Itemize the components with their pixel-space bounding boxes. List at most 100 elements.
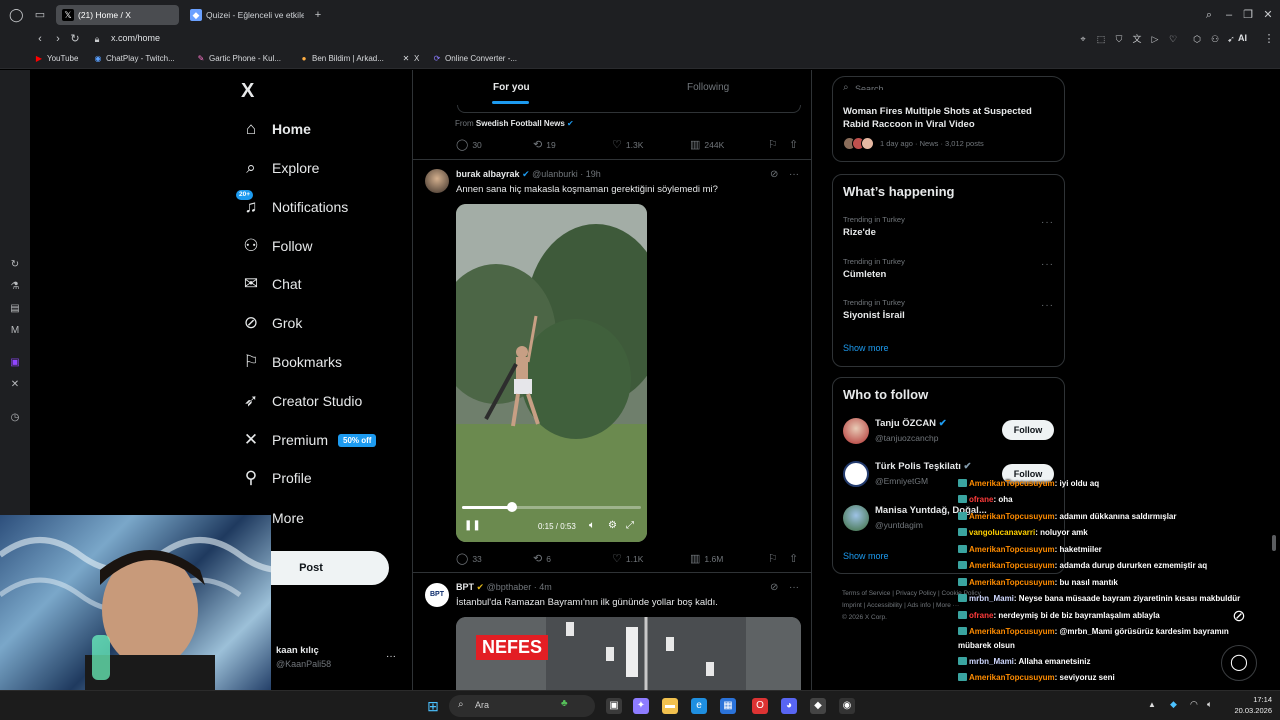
post-menu-icon[interactable]: ··· bbox=[789, 582, 799, 593]
windows-start-icon[interactable]: ⊞ bbox=[425, 698, 441, 714]
opera-logo-icon[interactable]: ◯ bbox=[9, 8, 24, 22]
nav-creator-studio[interactable]: ➶ Creator Studio bbox=[240, 386, 362, 416]
messenger-icon[interactable]: M bbox=[8, 324, 22, 338]
repost-button[interactable]: ⟲ 19 bbox=[533, 138, 556, 151]
follow-button[interactable]: Follow bbox=[1002, 420, 1054, 440]
trend-menu-icon[interactable]: ··· bbox=[1041, 217, 1054, 228]
news-title[interactable]: Woman Fires Multiple Shots at Suspected … bbox=[843, 105, 1055, 131]
nav-explore[interactable]: ⌕ Explore bbox=[240, 153, 319, 183]
wifi-icon[interactable]: ◠ bbox=[1190, 699, 1198, 710]
video-player[interactable]: ❚❚ 0:15 / 0:53 🔈︎ ⚙ ⤢ bbox=[456, 204, 647, 542]
trend-item[interactable]: Trending in Turkey Rize'de bbox=[843, 215, 1056, 238]
tab-for-you[interactable]: For you bbox=[493, 82, 530, 93]
bookmark-button[interactable]: ⚐ bbox=[768, 138, 778, 151]
messages-float-icon[interactable]: ◯ bbox=[1221, 645, 1257, 681]
bookmark-converter[interactable]: ⟳ Online Converter -... bbox=[432, 52, 517, 66]
footer-link[interactable]: Accessibility bbox=[867, 602, 902, 609]
settings-icon[interactable]: ⚙ bbox=[608, 520, 617, 531]
maximize-icon[interactable]: ❐ bbox=[1241, 8, 1255, 22]
store-icon[interactable]: ▦ bbox=[720, 698, 736, 714]
nav-profile[interactable]: ⚲ Profile bbox=[240, 463, 312, 493]
show-more-trends[interactable]: Show more bbox=[843, 343, 889, 353]
footer-link[interactable]: Privacy Policy bbox=[896, 590, 936, 597]
like-button[interactable]: ♡ 1.1K bbox=[612, 552, 643, 565]
bookmark-chatplay[interactable]: ◉ ChatPlay - Twitch... bbox=[93, 52, 175, 66]
nav-follow[interactable]: ⚇ Follow bbox=[240, 231, 312, 261]
trend-item[interactable]: Trending in Turkey Cümleten bbox=[843, 257, 1056, 280]
account-menu-icon[interactable]: ··· bbox=[386, 651, 396, 662]
views-button[interactable]: ▥ 244K bbox=[690, 138, 724, 151]
account-name[interactable]: kaan kılıç bbox=[276, 645, 319, 656]
author-name[interactable]: burak albayrak bbox=[456, 169, 520, 179]
grok-float-icon[interactable]: ⊘ bbox=[1226, 604, 1252, 630]
heart-icon[interactable]: ♡ bbox=[1166, 32, 1180, 46]
reply-button[interactable]: ◯ 30 bbox=[456, 138, 482, 151]
back-icon[interactable]: ‹ bbox=[33, 32, 47, 46]
tray-app-icon[interactable]: ◆ bbox=[1170, 699, 1177, 710]
avatar[interactable] bbox=[425, 169, 449, 193]
grok-post-icon[interactable]: ⊘ bbox=[770, 169, 778, 180]
ai-button[interactable]: AI bbox=[1238, 33, 1247, 43]
repost-button[interactable]: ⟲ 6 bbox=[533, 552, 551, 565]
avatar[interactable] bbox=[843, 418, 869, 444]
trend-menu-icon[interactable]: ··· bbox=[1041, 259, 1054, 270]
author-meta[interactable]: @bpthaber · 4m bbox=[487, 582, 552, 592]
tab-quizei[interactable]: ◆ Quizei - Eğlenceli ve etkile bbox=[184, 5, 304, 25]
footer-link[interactable]: Terms of Service bbox=[842, 590, 890, 597]
new-tab-icon[interactable]: + bbox=[311, 8, 325, 22]
author-name[interactable]: BPT bbox=[456, 582, 474, 592]
pause-icon[interactable]: ❚❚ bbox=[464, 520, 481, 531]
translate-icon[interactable]: 文 bbox=[1130, 32, 1144, 46]
send-icon[interactable]: ➹ bbox=[1224, 32, 1238, 46]
post-menu-icon[interactable]: ··· bbox=[789, 169, 799, 180]
shield-icon[interactable]: ⛉ bbox=[1112, 32, 1126, 46]
views-button[interactable]: ▥ 1.6M bbox=[690, 552, 723, 565]
nav-bookmarks[interactable]: ⚐ Bookmarks bbox=[240, 347, 342, 377]
tab-overview-icon[interactable]: ▭ bbox=[33, 8, 47, 22]
share-button[interactable]: ⇧ bbox=[789, 552, 798, 565]
x-logo[interactable]: X bbox=[241, 80, 254, 103]
edge-icon[interactable]: e bbox=[691, 698, 707, 714]
suggested-user[interactable]: Tanju ÖZCAN ✔ bbox=[875, 418, 947, 429]
clock-icon[interactable]: ◷ bbox=[8, 411, 22, 425]
menu-icon[interactable]: ⋮ bbox=[1262, 32, 1276, 46]
play-icon[interactable]: ▷ bbox=[1148, 32, 1162, 46]
share-button[interactable]: ⇧ bbox=[789, 138, 798, 151]
tray-chevron-icon[interactable]: ▲ bbox=[1148, 700, 1156, 709]
volume-icon[interactable]: 🔈︎ bbox=[1207, 699, 1212, 710]
taskbar-search[interactable]: ⌕ Ara ♣ bbox=[449, 695, 595, 717]
search-tabs-icon[interactable]: ⌕ bbox=[1202, 8, 1216, 22]
discord-icon[interactable]: ◕ bbox=[781, 698, 797, 714]
snapshot-icon[interactable]: ⬚ bbox=[1094, 32, 1108, 46]
history-sidebar-icon[interactable]: ↻ bbox=[8, 258, 22, 272]
nav-notifications[interactable]: ♫ 20+ Notifications bbox=[236, 190, 348, 222]
volume-icon[interactable]: 🔈︎ bbox=[589, 520, 595, 531]
tab-following[interactable]: Following bbox=[687, 82, 729, 93]
pin-icon[interactable]: ⌖ bbox=[1076, 32, 1090, 46]
twitch-icon[interactable]: ▣ bbox=[8, 356, 22, 370]
footer-link[interactable]: Ads info bbox=[907, 602, 931, 609]
show-more-follow[interactable]: Show more bbox=[843, 551, 889, 561]
opera-icon[interactable]: O bbox=[752, 698, 768, 714]
obs-icon[interactable]: ◉ bbox=[839, 698, 855, 714]
avatar[interactable]: BPT bbox=[425, 583, 449, 607]
bookmark-ben-bildim[interactable]: ● Ben Bildim | Arkad... bbox=[299, 52, 384, 66]
grok-post-icon[interactable]: ⊘ bbox=[770, 582, 778, 593]
bookmark-gartic[interactable]: ✎ Gartic Phone - Kul... bbox=[196, 52, 281, 66]
url-field[interactable]: x.com/home bbox=[111, 33, 160, 43]
close-icon[interactable]: ✕ bbox=[1261, 8, 1275, 22]
post-image[interactable]: NEFES bbox=[456, 617, 801, 690]
nav-home[interactable]: ⌂ Home bbox=[240, 114, 311, 144]
app-icon[interactable]: ◆ bbox=[810, 698, 826, 714]
avatar[interactable] bbox=[843, 461, 869, 487]
account-icon[interactable]: ⚇ bbox=[1208, 32, 1222, 46]
x-sidebar-icon[interactable]: ✕ bbox=[8, 378, 22, 392]
footer-link[interactable]: Imprint bbox=[842, 602, 862, 609]
bookmark-button[interactable]: ⚐ bbox=[768, 552, 778, 565]
bookmark-x[interactable]: ✕ X bbox=[401, 52, 420, 66]
tab-x-home[interactable]: 𝕏 (21) Home / X bbox=[56, 5, 179, 25]
wallet-icon[interactable]: ▤ bbox=[8, 302, 22, 316]
nav-premium[interactable]: ✕ Premium 50% off bbox=[240, 425, 377, 455]
reply-button[interactable]: ◯ 33 bbox=[456, 552, 482, 565]
avatar[interactable] bbox=[843, 505, 869, 531]
